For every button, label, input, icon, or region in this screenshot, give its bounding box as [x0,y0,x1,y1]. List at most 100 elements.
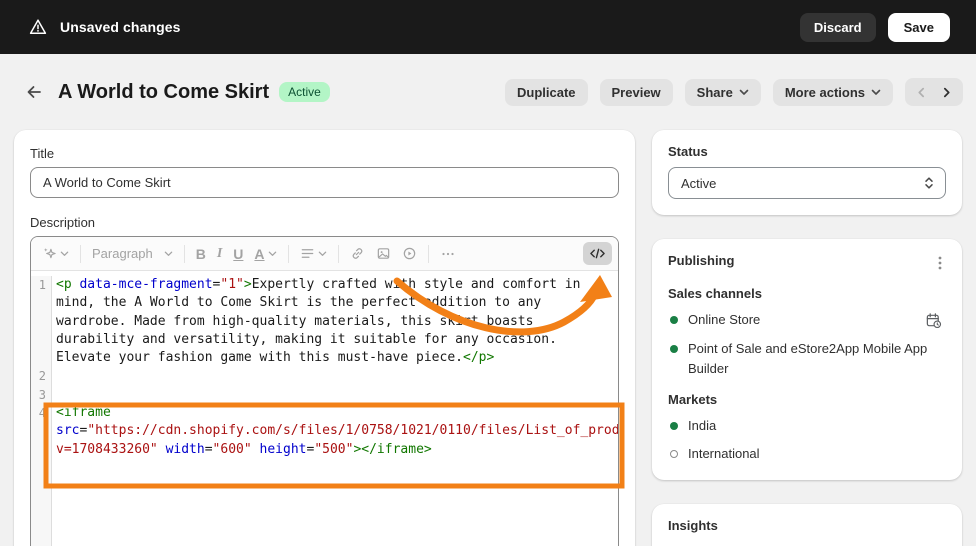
sidebar: Status Active Publishing Sales channels [652,130,962,546]
product-pagination [905,78,963,106]
toolbar-divider [427,244,429,263]
status-select-value: Active [681,175,717,191]
play-circle-icon [403,247,415,260]
underline-button[interactable]: U [228,242,248,266]
block-format-label: Paragraph [92,246,153,261]
sales-channel-label: Online Store [688,312,761,327]
title-input[interactable] [30,167,619,198]
markets-heading: Markets [668,392,718,407]
sales-channels-list: Online Store Point of Sale and eStore2Ap… [668,310,946,379]
link-icon [352,248,362,259]
bold-button[interactable]: B [191,242,211,266]
bold-label: B [195,245,206,262]
product-details-card: Title Description Paragraph [14,130,635,546]
sales-channels-heading: Sales channels [668,286,762,301]
sales-channel-label: Point of Sale and eStore2App Mobile App … [688,341,928,376]
market-item: International [668,444,946,464]
align-left-icon [301,249,313,258]
block-format-dropdown[interactable]: Paragraph [87,242,178,265]
active-dot-icon [670,316,678,324]
code-editor-empty-area[interactable] [31,458,618,546]
line-number: 4 [31,404,52,459]
schedule-availability-button[interactable] [921,310,946,331]
italic-button[interactable]: I [212,242,227,266]
description-editor: Paragraph B I U A 1 <p data-mce-fragment… [30,236,619,546]
chevron-right-icon [943,87,950,97]
preview-button[interactable]: Preview [599,78,673,106]
text-color-label: A [254,245,265,262]
title-label: Title [30,146,55,161]
sales-channel-item: Online Store [668,310,946,331]
duplicate-button[interactable]: Duplicate [505,78,588,106]
publishing-card: Publishing Sales channels Online Store P… [652,239,962,480]
description-code-editor[interactable]: 1 <p data-mce-fragment="1">Expertly craft… [31,271,618,546]
gutter [31,458,52,546]
previous-product-button[interactable] [909,85,934,100]
share-button[interactable]: Share [684,78,761,106]
status-select[interactable]: Active [668,167,946,199]
code-line-text[interactable] [52,386,618,404]
ai-assist-button[interactable] [37,242,74,265]
chevron-down-icon [739,89,749,95]
description-label: Description [30,215,96,230]
share-label: Share [696,84,733,100]
status-badge: Active [279,82,330,102]
toolbar-divider [183,244,185,263]
chevron-left-icon [918,87,925,97]
publishing-heading: Publishing [668,253,735,268]
unsaved-changes-message: Unsaved changes [60,19,181,35]
line-number: 3 [31,385,52,405]
underline-label: U [233,245,244,262]
insert-video-button[interactable] [397,242,422,265]
chevron-down-icon [164,251,172,256]
page-title: A World to Come Skirt [58,80,270,103]
preview-label: Preview [611,84,661,100]
more-actions-button[interactable]: More actions [772,78,893,106]
code-line[interactable]: 3 [31,385,618,405]
more-toolbar-options-button[interactable] [435,243,461,265]
code-line[interactable]: 1 <p data-mce-fragment="1">Expertly craft… [31,276,618,368]
code-line-text[interactable] [52,367,618,385]
active-dot-icon [670,345,678,353]
kebab-menu-icon [938,256,942,270]
more-actions-label: More actions [784,84,865,100]
select-caret-icon [925,177,933,189]
insights-card: Insights Insights will display when the … [652,504,962,546]
next-product-button[interactable] [934,85,959,100]
chevron-down-icon [60,251,69,256]
status-heading: Status [668,144,708,159]
toolbar-divider [337,244,339,263]
code-line-text[interactable]: <iframe src="https://cdn.shopify.com/s/f… [52,404,618,459]
back-button[interactable] [20,78,48,106]
alignment-button[interactable] [295,242,332,265]
chevron-down-icon [268,251,276,256]
duplicate-label: Duplicate [517,84,576,100]
active-dot-icon [670,422,678,430]
sparkles-icon [43,248,56,259]
line-number: 1 [31,276,52,368]
editor-toolbar: Paragraph B I U A [31,237,618,271]
page-header: A World to Come Skirt Active Duplicate P… [0,54,976,130]
calendar-clock-icon [926,313,942,329]
code-line[interactable]: 2 [31,367,618,386]
chevron-down-icon [871,89,881,95]
arrow-left-icon [27,86,41,98]
discard-button[interactable]: Discard [799,12,876,42]
main-content: Title Description Paragraph [0,130,976,546]
toolbar-divider [287,244,289,263]
code-view-toggle-button[interactable] [583,242,612,265]
code-line-text[interactable]: <p data-mce-fragment="1">Expertly crafte… [52,276,618,367]
insert-link-button[interactable] [345,242,370,265]
code-line[interactable]: 4 <iframe src="https://cdn.shopify.com/s/… [31,404,618,459]
sales-channel-item: Point of Sale and eStore2App Mobile App … [668,339,946,379]
inactive-dot-icon [670,450,678,458]
image-icon [377,248,389,259]
chevron-down-icon [318,251,326,256]
insert-image-button[interactable] [371,242,396,265]
ellipsis-icon [441,252,454,255]
insights-heading: Insights [668,518,718,533]
header-actions: Duplicate Preview Share More actions [505,78,963,106]
save-button[interactable]: Save [887,12,950,42]
publishing-menu-button[interactable] [934,253,946,273]
text-color-button[interactable]: A [249,242,281,266]
